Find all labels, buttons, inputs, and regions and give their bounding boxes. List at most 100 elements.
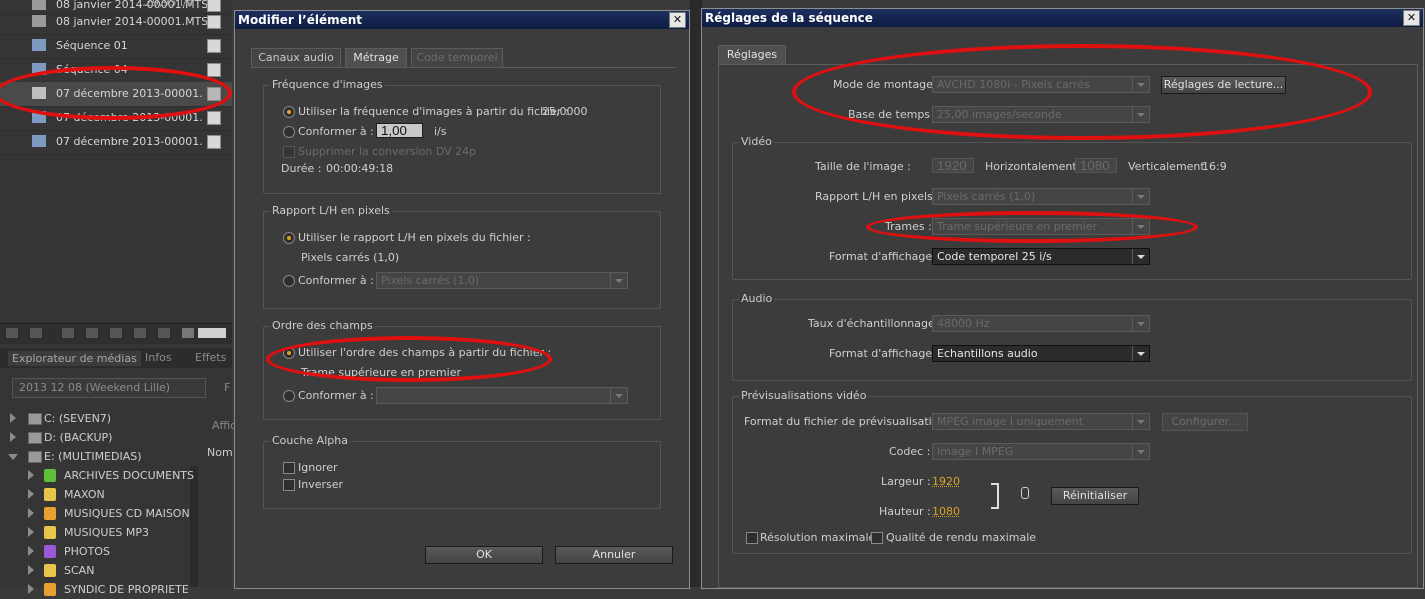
dialog-titlebar: Modifier l’élément ✕ [235,11,689,29]
project-row[interactable]: Séquence 01 [0,34,232,59]
collapse-arrow-icon[interactable] [8,454,18,460]
pixel-aspect-group: Rapport L/H en pixels Utiliser le rappor… [263,204,661,309]
expand-arrow-icon[interactable] [28,546,34,556]
tree-item[interactable]: MAXON [0,486,190,504]
tab-info[interactable]: Infos [145,351,172,364]
preview-width-value[interactable]: 1920 [932,475,960,488]
close-icon[interactable]: ✕ [669,12,686,28]
expand-arrow-icon[interactable] [28,584,34,594]
tree-item[interactable]: PHOTOS [0,543,190,561]
checkbox[interactable] [207,111,221,125]
expand-arrow-icon[interactable] [10,432,16,442]
checkbox[interactable] [207,15,221,29]
preview-height-value[interactable]: 1080 [932,505,960,518]
codec-select[interactable]: Image I MPEG [932,443,1150,460]
tab-settings[interactable]: Réglages [718,45,786,65]
tree-item[interactable]: SCAN [0,562,190,580]
project-row[interactable]: Séquence 04 [0,58,232,83]
expand-arrow-icon[interactable] [28,508,34,518]
expand-arrow-icon[interactable] [28,565,34,575]
checkbox[interactable] [207,87,221,101]
tab-audio-channels[interactable]: Canaux audio [251,48,341,68]
project-row[interactable]: 07 décembre 2013-00001. [0,106,232,131]
use-file-framerate-radio[interactable] [283,106,295,118]
invert-alpha-checkbox[interactable] [283,479,295,491]
cancel-button[interactable]: Annuler [555,546,673,564]
audio-display-format-select[interactable]: Echantillons audio [932,345,1150,362]
preview-format-select[interactable]: MPEG image I uniquement [932,413,1150,430]
frame-size-label: Taille de l'image : [815,160,911,173]
dv24p-checkbox[interactable] [283,146,295,158]
tab-timecode[interactable]: Code temporel [411,48,503,68]
group-label: Fréquence d'images [270,78,385,91]
search-icon[interactable] [86,328,98,338]
expand-arrow-icon[interactable] [10,413,16,423]
chevron-down-icon [1132,316,1149,331]
frame-width-input[interactable] [932,158,974,173]
icon-view-icon[interactable] [30,328,42,338]
par-select[interactable]: Pixels carrés (1,0) [932,188,1150,205]
close-icon[interactable]: ✕ [1403,10,1420,26]
tab-footage[interactable]: Métrage [345,48,407,68]
timebase-select[interactable]: 25,00 images/seconde [932,106,1150,123]
edit-mode-label: Mode de montage : [833,78,941,91]
fields-select[interactable]: Trame supérieure en premier [932,218,1150,235]
new-bin-icon[interactable] [110,328,122,338]
tree-item[interactable]: MUSIQUES CD MAISON [0,505,190,523]
project-row[interactable]: 07 décembre 2013-00001. [0,130,232,155]
audio-group: Audio Taux d'échantillonnage : 48000 Hz … [732,292,1412,381]
new-item-icon[interactable] [134,328,146,338]
use-file-field-order-radio[interactable] [283,347,295,359]
reset-button[interactable]: Réinitialiser [1051,487,1139,505]
conform-par-radio[interactable] [283,275,295,287]
video-display-format-select[interactable]: Code temporel 25 i/s [932,248,1150,265]
ignore-alpha-checkbox[interactable] [283,462,295,474]
expand-arrow-icon[interactable] [28,527,34,537]
checkbox[interactable] [207,39,221,53]
radio-label: Conformer à : [298,389,374,402]
tree-item[interactable]: ARCHIVES DOCUMENTS [0,467,194,485]
conform-par-select[interactable]: Pixels carrés (1,0) [376,272,628,289]
conform-field-order-radio[interactable] [283,390,295,402]
tab-media-browser[interactable]: Explorateur de médias [8,351,141,366]
tree-item[interactable]: SYNDIC DE PROPRIETE [0,581,190,599]
scroll-left-icon[interactable] [182,328,194,338]
link-icon[interactable] [1021,487,1029,499]
max-quality-checkbox[interactable] [871,532,883,544]
tree-item[interactable]: E: (MULTIMEDIAS) [0,448,190,466]
checkbox[interactable] [207,135,221,149]
configure-button[interactable]: Configurer... [1162,413,1248,431]
checkbox-label: Inverser [298,478,344,491]
delete-icon[interactable] [158,328,170,338]
scrollbar[interactable] [198,328,226,338]
automate-icon[interactable] [62,328,74,338]
group-label: Couche Alpha [270,434,350,447]
checkbox[interactable] [207,63,221,77]
expand-arrow-icon[interactable] [28,470,34,480]
tree-item[interactable]: D: (BACKUP) [0,429,190,447]
list-view-icon[interactable] [6,328,18,338]
project-item-name: 07 décembre 2013-00001. [56,111,203,124]
conform-framerate-radio[interactable] [283,126,295,138]
ok-button[interactable]: OK [425,546,543,564]
tree-scrollbar[interactable] [190,466,198,587]
sample-rate-select[interactable]: 48000 Hz [932,315,1150,332]
playback-settings-button[interactable]: Réglages de lecture... [1161,76,1286,94]
vertical-label: Verticalement [1128,160,1205,173]
radio-label: Conformer à : [298,125,374,138]
max-resolution-checkbox[interactable] [746,532,758,544]
tree-item[interactable]: C: (SEVEN7) [0,410,190,428]
conform-framerate-input[interactable] [376,123,423,138]
use-file-par-radio[interactable] [283,232,295,244]
media-location-dropdown[interactable]: 2013 12 08 (Weekend Lille) [12,378,206,398]
project-row[interactable]: 08 janvier 2014-00001.MTS [0,10,232,35]
tree-item[interactable]: MUSIQUES MP3 [0,524,190,542]
project-item-name: Séquence 04 [56,63,128,76]
tab-effects[interactable]: Effets [195,351,226,364]
duration-label: Durée : [281,162,322,175]
frame-height-input[interactable] [1075,158,1117,173]
conform-field-order-select[interactable] [376,387,628,404]
edit-mode-select[interactable]: AVCHD 1080i - Pixels carrés [932,76,1150,93]
project-row[interactable]: 07 décembre 2013-00001. [0,82,232,107]
expand-arrow-icon[interactable] [28,489,34,499]
